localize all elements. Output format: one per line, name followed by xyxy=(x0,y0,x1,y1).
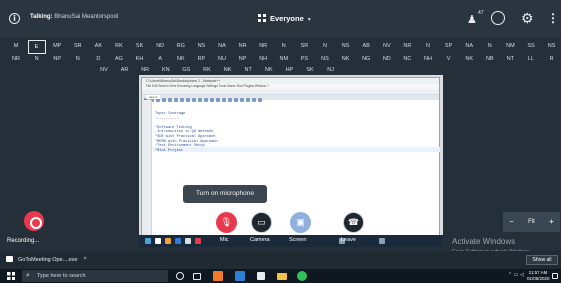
people-icon: ♟ xyxy=(467,14,477,26)
file-explorer-icon[interactable] xyxy=(277,273,287,280)
attendee-initials[interactable]: NS xyxy=(337,40,355,52)
activate-windows-title: Activate Windows xyxy=(452,237,516,246)
taskbar-search[interactable]: ⌕ xyxy=(22,270,168,282)
zoom-control: − Fit + xyxy=(503,212,560,232)
chevron-down-icon: ▾ xyxy=(307,17,311,23)
kebab-icon[interactable]: ⋮ xyxy=(547,11,559,25)
attendee-initials[interactable]: RG xyxy=(172,40,190,52)
code-line: *Test Environment Setup xyxy=(155,144,205,149)
attendee-initials[interactable]: NR xyxy=(254,40,272,52)
code-line: *MERN with Practical Approach xyxy=(155,139,218,144)
overlay-label-screen: Screen xyxy=(289,237,307,243)
attendee-initials[interactable]: NS xyxy=(192,40,210,52)
code-line: -Introduction to QA methods xyxy=(155,130,214,135)
zoom-value[interactable]: Fit xyxy=(520,212,543,232)
attendees-button[interactable]: ♟ 47 xyxy=(467,10,487,26)
record-button[interactable] xyxy=(24,211,44,231)
search-input[interactable] xyxy=(37,270,165,282)
attendee-initials[interactable]: N xyxy=(316,40,334,52)
chevron-up-icon[interactable]: ^ xyxy=(84,257,87,263)
talking-label: Talking: xyxy=(30,14,53,20)
attendee-count: 47 xyxy=(478,10,484,16)
mic-off-icon: 🎙 xyxy=(220,217,233,227)
line-gutter xyxy=(142,100,152,242)
grid-icon xyxy=(258,14,266,22)
cortana-icon[interactable] xyxy=(176,272,184,280)
info-icon[interactable]: i xyxy=(9,13,20,24)
attendee-initials[interactable]: NV xyxy=(95,64,113,76)
code-line: *Mini Project xyxy=(155,148,184,153)
view-label: Everyone xyxy=(270,14,304,23)
attendee-initials[interactable]: NR xyxy=(398,40,416,52)
attendee-initials[interactable]: AK xyxy=(89,40,107,52)
attendee-initials[interactable]: MP xyxy=(48,40,66,52)
clock[interactable]: 11:57 AM 01/08/2020 xyxy=(527,270,550,282)
zoom-in-button[interactable]: + xyxy=(543,212,560,232)
leave-button[interactable]: ☎ xyxy=(343,212,364,233)
attendee-initials[interactable]: NA xyxy=(460,40,478,52)
attendee-initials[interactable]: N xyxy=(419,40,437,52)
attendee-initials[interactable]: AB xyxy=(357,40,375,52)
attendee-initials[interactable]: SR xyxy=(295,40,313,52)
clock-date: 01/08/2020 xyxy=(527,276,550,281)
attendee-initials[interactable]: N xyxy=(481,40,499,52)
notepad-tab: new 2 xyxy=(146,95,161,99)
notification-icon[interactable] xyxy=(552,273,558,279)
attendee-initials[interactable]: AR xyxy=(116,64,134,76)
task-view-icon[interactable] xyxy=(193,273,201,280)
attendee-initials[interactable]: SP xyxy=(440,40,458,52)
attendee-initials[interactable]: NV xyxy=(378,40,396,52)
attendee-initials[interactable]: N xyxy=(275,40,293,52)
code-line: ----------- xyxy=(155,116,179,121)
code-line: Topic Coverage xyxy=(155,112,186,116)
camera-off-icon: ▭ xyxy=(257,217,266,227)
mic-button[interactable]: 🎙 xyxy=(216,212,237,233)
overlay-label-leave: Leave xyxy=(341,237,356,243)
tray-icons[interactable]: ⌃ ▭ ◁ xyxy=(508,272,524,278)
attendee-row-1: M E MP SR AK RK SK ND RG NS NA NR NR N SR N NS AB NV NR N SP N… xyxy=(0,40,561,54)
attendee-initials[interactable]: SR xyxy=(69,40,87,52)
recording-label: Recording... xyxy=(7,238,40,244)
whatsapp-icon[interactable] xyxy=(297,271,307,281)
taskbar-app-orange-icon[interactable] xyxy=(213,271,223,281)
gtm-item-label: GoToMeeting Ope....exe xyxy=(18,257,78,263)
show-all-button[interactable]: Show all xyxy=(526,255,558,265)
gtm-download-item[interactable]: GoToMeeting Ope....exe ^ xyxy=(6,254,86,266)
attendee-initials[interactable]: SK xyxy=(131,40,149,52)
windows-start-icon[interactable] xyxy=(7,272,15,280)
attendee-initials[interactable]: NR xyxy=(234,40,252,52)
overlay-label-mic: Mic xyxy=(220,237,229,243)
camera-button[interactable]: ▭ xyxy=(251,212,272,233)
code-line: *SDE with Practical Approach xyxy=(155,135,216,139)
phone-hangup-icon: ☎ xyxy=(347,217,360,227)
screen-share-icon: ▣ xyxy=(296,217,305,227)
attendee-initials[interactable]: NM xyxy=(501,40,519,52)
attendee-initials[interactable]: ND xyxy=(151,40,169,52)
zoom-out-button[interactable]: − xyxy=(503,212,520,232)
attendee-initials[interactable]: NA xyxy=(213,40,231,52)
talking-names: BhanuSai Meantorspool xyxy=(54,14,119,20)
screen-share-button[interactable]: ▣ xyxy=(290,212,311,233)
taskbar-app-blue-icon[interactable] xyxy=(235,271,245,281)
attendee-initials[interactable]: E xyxy=(27,40,46,54)
gotomeeting-icon xyxy=(6,256,13,262)
attendee-initials[interactable]: NS xyxy=(543,40,561,52)
meeting-header: i Talking: BhanuSai Meantorspool Everyon… xyxy=(0,0,561,37)
attendee-initials[interactable]: RK xyxy=(110,40,128,52)
overlay-label-camera: Camera xyxy=(250,237,270,243)
attendee-initials[interactable]: M xyxy=(7,40,25,52)
attendee-initials[interactable]: SS xyxy=(522,40,540,52)
mic-tooltip: Turn on microphone xyxy=(183,185,267,203)
gear-icon[interactable]: ⚙ xyxy=(521,10,534,26)
view-selector[interactable]: Everyone ▾ xyxy=(258,14,311,23)
windows-taskbar: ⌕ ⌃ ▭ ◁ 11:57 AM 01/08/2020 xyxy=(0,269,561,283)
chat-icon[interactable] xyxy=(491,11,505,25)
gtm-tray: GoToMeeting Ope....exe ^ Show all xyxy=(0,251,561,269)
search-icon: ⌕ xyxy=(26,272,30,279)
talking-indicator: Talking: BhanuSai Meantorspool xyxy=(30,14,118,20)
store-icon[interactable] xyxy=(257,272,265,280)
